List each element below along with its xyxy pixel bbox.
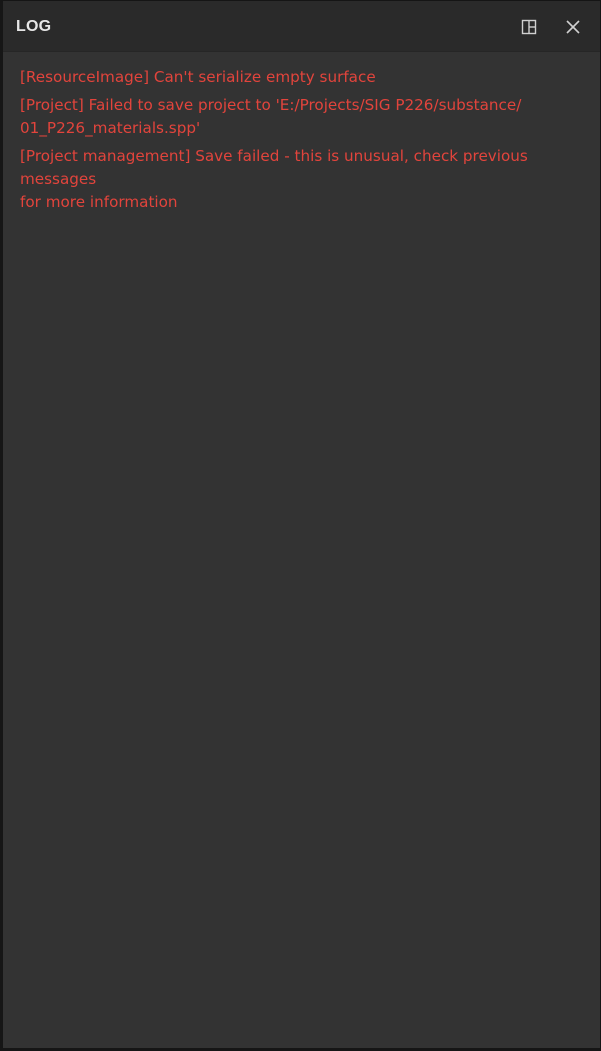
log-entry-text: [Project management] Save failed - this … (20, 147, 528, 188)
layout-icon (521, 19, 537, 35)
log-entry-text: [Project] Failed to save project to 'E:/… (20, 96, 522, 114)
log-messages: [ResourceImage] Can't serialize empty su… (20, 66, 586, 219)
close-button[interactable] (561, 15, 585, 39)
log-entry-error: [ResourceImage] Can't serialize empty su… (20, 66, 586, 89)
log-entry-text: [ResourceImage] Can't serialize empty su… (20, 68, 376, 86)
log-entry-text-continued: for more information (20, 193, 178, 211)
log-panel: LOG [ResourceImage] Can't serialize empt… (0, 0, 601, 1051)
log-entry-text-continued: 01_P226_materials.spp' (20, 119, 201, 137)
panel-title: LOG (16, 18, 52, 35)
log-entry-error: [Project management] Save failed - this … (20, 145, 586, 214)
panel-header: LOG (3, 1, 600, 52)
log-entry-error: [Project] Failed to save project to 'E:/… (20, 94, 586, 140)
close-icon (566, 20, 580, 34)
layout-button[interactable] (517, 15, 541, 39)
